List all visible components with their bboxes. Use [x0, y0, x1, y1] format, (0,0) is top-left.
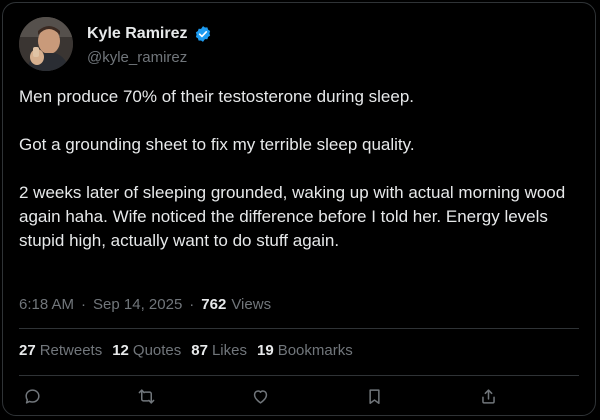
bookmark-icon [368, 388, 380, 404]
like-icon [253, 389, 267, 404]
bookmark-button[interactable] [361, 383, 387, 409]
verified-badge-icon [195, 26, 210, 42]
tweet-paragraph: Got a grounding sheet to fix my terrible… [19, 135, 415, 154]
quotes-label: Quotes [132, 342, 182, 359]
reply-icon [24, 388, 40, 404]
likes-stat[interactable]: 87 Likes [191, 342, 247, 359]
retweet-button[interactable] [133, 383, 159, 409]
share-icon [481, 388, 495, 404]
bookmarks-stat[interactable]: 19 Bookmarks [257, 342, 353, 359]
like-button[interactable] [247, 383, 273, 409]
meta-separator: · [189, 296, 195, 313]
bookmarks-count: 19 [257, 342, 274, 359]
retweets-stat[interactable]: 27 Retweets [19, 342, 102, 359]
retweets-label: Retweets [39, 342, 103, 359]
views-count: 762 [201, 296, 227, 313]
tweet-paragraph: 2 weeks later of sleeping grounded, waki… [19, 183, 566, 250]
quotes-stat[interactable]: 12 Quotes [112, 342, 181, 359]
engagement-stats: 27 Retweets 12 Quotes 87 Likes 19 Bookmarks [19, 342, 353, 359]
share-button[interactable] [475, 383, 501, 409]
likes-count: 87 [191, 342, 208, 359]
tweet-card: Kyle Ramirez @kyle_ramirez Men produce 7… [2, 2, 596, 416]
author-name[interactable]: Kyle Ramirez [87, 25, 188, 43]
author-name-row: Kyle Ramirez [87, 25, 212, 43]
tweet-date[interactable]: Sep 14, 2025 [93, 296, 182, 313]
retweets-count: 27 [19, 342, 36, 359]
avatar[interactable] [19, 17, 73, 71]
action-bar [3, 383, 595, 409]
reply-button[interactable] [19, 383, 45, 409]
divider [19, 328, 579, 329]
bookmarks-label: Bookmarks [277, 342, 353, 359]
tweet-meta: 6:18 AM · Sep 14, 2025 · 762 Views [19, 296, 271, 313]
divider [19, 375, 579, 376]
tweet-time[interactable]: 6:18 AM [19, 296, 74, 313]
quotes-count: 12 [112, 342, 129, 359]
author-handle[interactable]: @kyle_ramirez [87, 49, 187, 66]
tweet-paragraph: Men produce 70% of their testosterone du… [19, 87, 415, 106]
meta-separator: · [81, 296, 87, 313]
retweet-icon [138, 388, 154, 404]
likes-label: Likes [211, 342, 247, 359]
views-label: Views [231, 296, 272, 313]
tweet-text: Men produce 70% of their testosterone du… [19, 85, 585, 253]
